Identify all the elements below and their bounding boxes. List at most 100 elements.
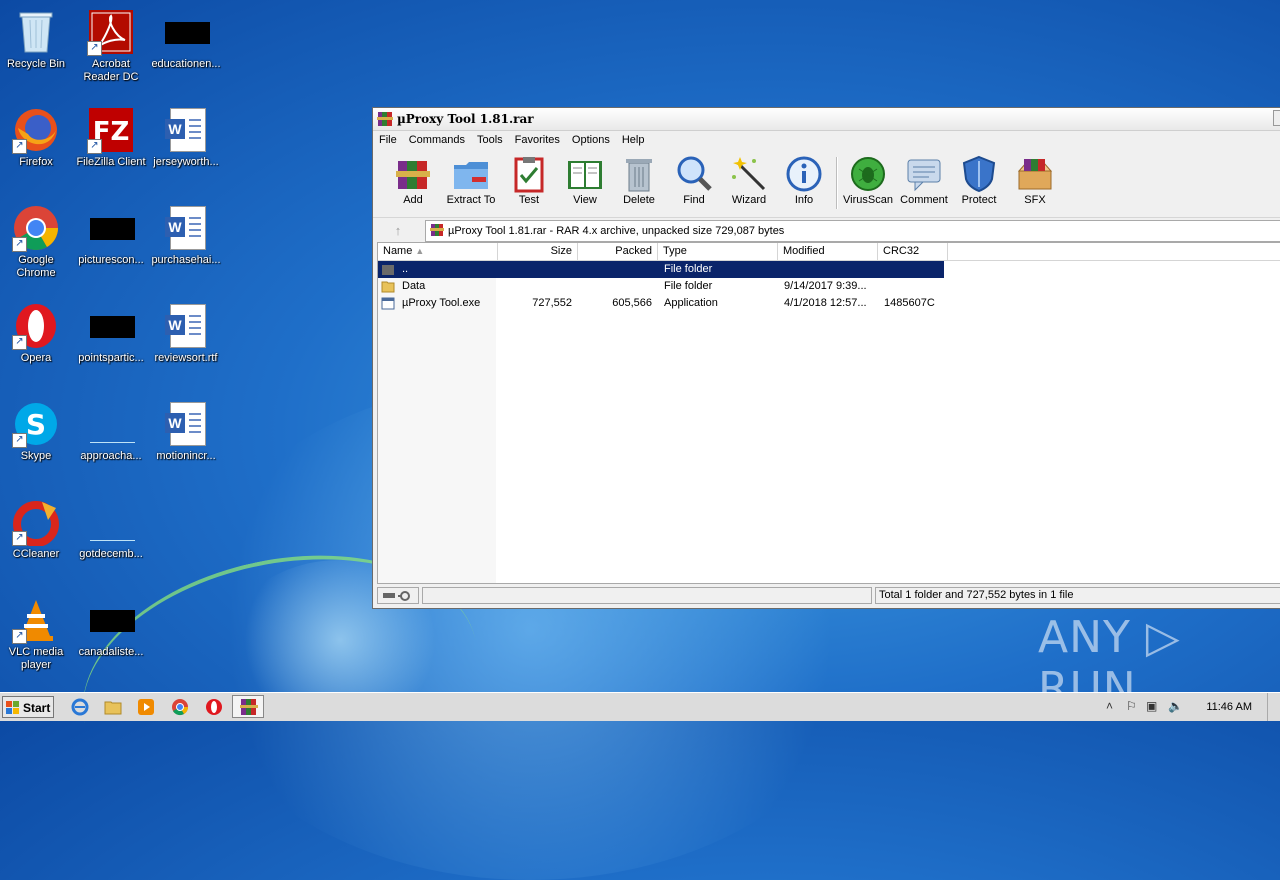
- shortcut-arrow-icon: ↗: [12, 139, 27, 154]
- desktop-icon-firefox[interactable]: ↗ Firefox: [0, 102, 75, 194]
- desktop-icon-jerseyworth[interactable]: W jerseyworth...: [147, 102, 225, 194]
- comment-button[interactable]: Comment: [896, 153, 952, 215]
- menu-favorites[interactable]: Favorites: [509, 131, 566, 146]
- tray-expand-icon[interactable]: ˄: [1106, 699, 1113, 713]
- menu-options[interactable]: Options: [566, 131, 616, 146]
- window-titlebar[interactable]: µProxy Tool 1.81.rar: [373, 108, 1280, 131]
- opera-icon[interactable]: [205, 698, 223, 716]
- view-button[interactable]: View: [557, 153, 613, 215]
- internet-explorer-icon[interactable]: [71, 698, 89, 716]
- file-icon: [87, 204, 135, 252]
- volume-icon[interactable]: 🔈: [1168, 699, 1183, 713]
- column-header-name[interactable]: Name ▲: [378, 243, 498, 260]
- file-list-header: Name ▲ Size Packed Type Modified CRC32: [378, 243, 1280, 261]
- word-document-icon: W: [162, 302, 210, 350]
- table-row[interactable]: µProxy Tool.exe 727,552 605,566 Applicat…: [378, 295, 1280, 312]
- shortcut-arrow-icon: ↗: [12, 629, 27, 644]
- wizard-button[interactable]: Wizard: [721, 153, 777, 215]
- skype-icon: S ↗: [12, 400, 60, 448]
- clipboard-check-icon: [510, 155, 548, 193]
- column-header-packed[interactable]: Packed: [578, 243, 658, 260]
- add-button[interactable]: Add: [385, 153, 441, 215]
- table-row[interactable]: .. File folder: [378, 261, 944, 278]
- virusscan-button[interactable]: VirusScan: [840, 153, 896, 215]
- recycle-bin-icon: [12, 8, 60, 56]
- up-folder-button[interactable]: ↑: [381, 221, 415, 240]
- menu-help[interactable]: Help: [616, 131, 651, 146]
- address-field[interactable]: µProxy Tool 1.81.rar - RAR 4.x archive, …: [425, 220, 1280, 242]
- opera-icon: ↗: [12, 302, 60, 350]
- desktop-icon-pointspartic[interactable]: pointspartic...: [72, 298, 150, 390]
- address-row: ↑ µProxy Tool 1.81.rar - RAR 4.x archive…: [373, 218, 1280, 242]
- desktop-icon-recycle-bin[interactable]: Recycle Bin: [0, 4, 75, 96]
- drive-key-icon[interactable]: [377, 587, 419, 604]
- table-row[interactable]: Data File folder 9/14/2017 9:39...: [378, 278, 1280, 295]
- desktop-icon-gotdecemb[interactable]: gotdecemb...: [72, 494, 150, 586]
- desktop-icon-vlc[interactable]: ↗ VLC media player: [0, 592, 75, 684]
- start-button[interactable]: Start: [2, 696, 54, 718]
- delete-button[interactable]: Delete: [611, 153, 667, 215]
- menu-file[interactable]: File: [373, 131, 403, 146]
- taskbar-winrar-button[interactable]: [232, 695, 264, 718]
- chrome-icon[interactable]: [171, 698, 189, 716]
- ccleaner-icon: ↗: [12, 498, 60, 547]
- desktop-icon-skype[interactable]: S ↗ Skype: [0, 396, 75, 488]
- desktop-icon-reviewsort[interactable]: W reviewsort.rtf: [147, 298, 225, 390]
- column-header-type[interactable]: Type: [658, 243, 778, 260]
- network-icon[interactable]: ▣: [1146, 699, 1157, 713]
- desktop-icon-chrome[interactable]: ↗ Google Chrome: [0, 200, 75, 292]
- book-view-icon: [566, 155, 604, 193]
- desktop-icon-canadaliste[interactable]: canadaliste...: [72, 592, 150, 684]
- shortcut-arrow-icon: ↗: [12, 237, 27, 252]
- column-header-crc32[interactable]: CRC32: [878, 243, 948, 260]
- file-icon: [87, 596, 135, 644]
- menu-tools[interactable]: Tools: [471, 131, 509, 146]
- desktop-icon-educationen[interactable]: educationen...: [147, 4, 225, 96]
- chrome-icon: ↗: [12, 204, 60, 252]
- toolbar: Add Extract To Test View Delete Find Wiz…: [373, 151, 1280, 218]
- status-pane: [422, 587, 872, 604]
- extract-to-button[interactable]: Extract To: [443, 153, 499, 215]
- desktop-icon-purchasehai[interactable]: W purchasehai...: [147, 200, 225, 292]
- folder-icon: [381, 279, 395, 293]
- menu-commands[interactable]: Commands: [403, 131, 471, 146]
- desktop-icon-motionincr[interactable]: W motionincr...: [147, 396, 225, 488]
- sfx-button[interactable]: SFX: [1007, 153, 1063, 215]
- status-text: Total 1 folder and 727,552 bytes in 1 fi…: [875, 587, 1280, 604]
- protect-button[interactable]: Protect: [951, 153, 1007, 215]
- show-desktop-button[interactable]: [1267, 693, 1280, 721]
- magnifier-icon: [675, 155, 713, 193]
- clock[interactable]: 11:46 AM: [1206, 701, 1252, 713]
- column-header-size[interactable]: Size: [498, 243, 578, 260]
- shield-icon: [960, 155, 998, 193]
- info-button[interactable]: Info: [776, 153, 832, 215]
- file-icon: [87, 400, 135, 448]
- action-center-flag-icon[interactable]: ⚐: [1126, 699, 1137, 713]
- test-button[interactable]: Test: [501, 153, 557, 215]
- trash-can-icon: [620, 155, 658, 193]
- desktop-icon-approacha[interactable]: approacha...: [72, 396, 150, 488]
- toolbar-separator: [836, 157, 838, 209]
- desktop-icon-acrobat[interactable]: ↗ Acrobat Reader DC: [72, 4, 150, 96]
- firefox-icon: ↗: [12, 106, 60, 154]
- winrar-window: µProxy Tool 1.81.rar File Commands Tools Fa…: [372, 107, 1280, 609]
- file-icon: [87, 498, 135, 546]
- find-button[interactable]: Find: [666, 153, 722, 215]
- windows-flag-icon: [6, 700, 20, 714]
- desktop-icon-picturescon[interactable]: picturescon...: [72, 200, 150, 292]
- column-header-modified[interactable]: Modified: [778, 243, 878, 260]
- word-document-icon: W: [162, 204, 210, 252]
- statusbar: Total 1 folder and 727,552 bytes in 1 fi…: [377, 586, 1280, 606]
- explorer-folder-icon[interactable]: [104, 698, 122, 716]
- sfx-box-icon: [1016, 155, 1054, 193]
- window-title: µProxy Tool 1.81.rar: [397, 112, 534, 126]
- desktop-icon-filezilla[interactable]: FZ ↗ FileZilla Client: [72, 102, 150, 194]
- shortcut-arrow-icon: ↗: [12, 335, 27, 350]
- media-player-icon[interactable]: [137, 698, 155, 716]
- window-control-button[interactable]: [1273, 110, 1280, 126]
- menubar: File Commands Tools Favorites Options Help: [373, 131, 1280, 151]
- desktop-icon-ccleaner[interactable]: ↗ CCleaner: [0, 494, 75, 586]
- shortcut-arrow-icon: ↗: [12, 531, 27, 546]
- desktop-icon-opera[interactable]: ↗ Opera: [0, 298, 75, 390]
- file-icon: [162, 8, 210, 56]
